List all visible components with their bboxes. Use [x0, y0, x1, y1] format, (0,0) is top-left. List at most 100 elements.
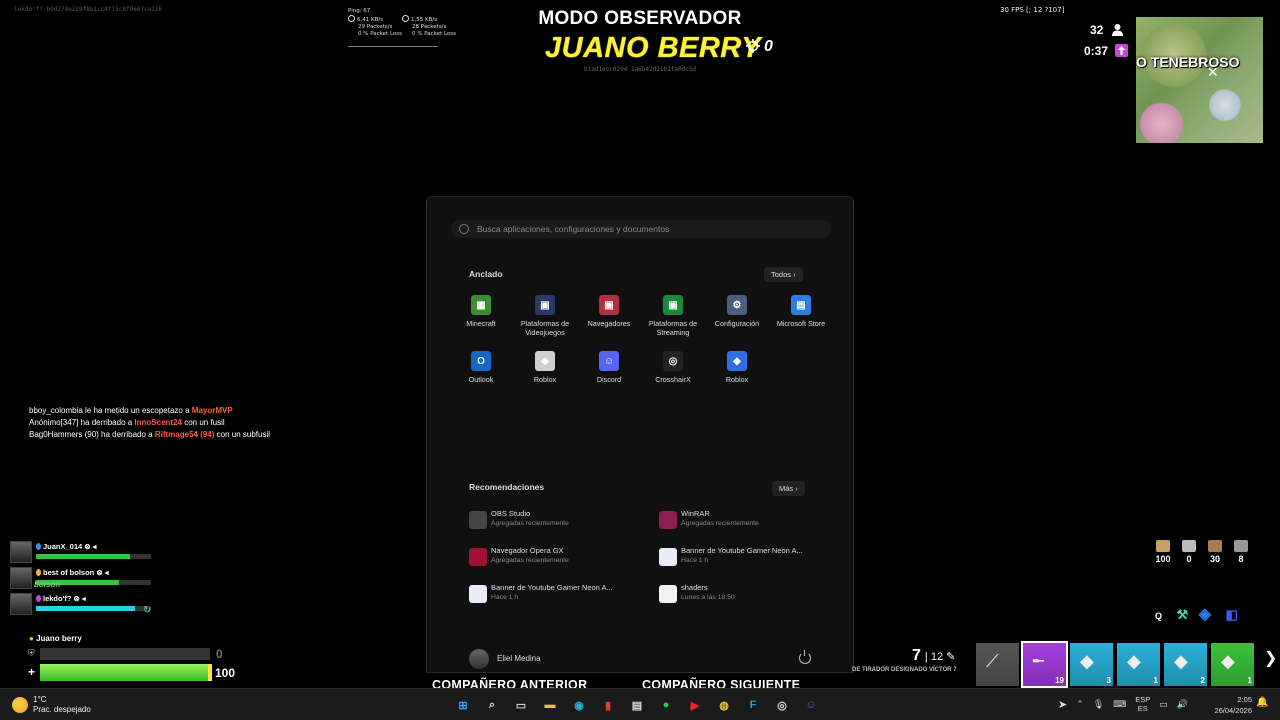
chrome-icon[interactable]: ◍: [713, 694, 735, 716]
recommendation-item[interactable]: OBS Studio Agregadas recientemente: [467, 509, 657, 546]
keyboard-icon[interactable]: ⌨: [1113, 699, 1126, 710]
more-button[interactable]: Más ›: [772, 481, 805, 496]
pinned-app[interactable]: ⚙ Configuración: [705, 295, 769, 351]
pinned-app[interactable]: ▣ Plataformas de Streaming: [641, 295, 705, 351]
pinned-app[interactable]: ◆ Roblox: [513, 351, 577, 407]
inventory-slot[interactable]: ╾ 19: [1021, 641, 1068, 688]
edge-icon[interactable]: ◉: [568, 694, 590, 716]
search-icon[interactable]: ⌕: [481, 694, 503, 716]
crosshair-icon[interactable]: ◎: [771, 694, 793, 716]
health-bar-cap: [208, 664, 212, 681]
pinned-apps: ▦ Minecraft ▣ Plataformas de Videojuegos ▣ Na…: [449, 295, 839, 407]
slot-count: 1: [1153, 676, 1158, 685]
ammo-mag: 7: [912, 647, 921, 664]
recommendation-item[interactable]: Banner de Youtube Gamer Neon A... Hace 1 …: [467, 583, 657, 620]
recommendation-item[interactable]: WinRAR Agregadas recientemente: [657, 509, 827, 546]
pinned-app[interactable]: O Outlook: [449, 351, 513, 407]
kill-feed-entry: Bag0Hammers (90) ha derribado a Riftmage…: [29, 429, 270, 441]
squad-member-name: best of bolson: [43, 568, 95, 577]
notification-bell-icon[interactable]: 🔔: [1256, 697, 1268, 708]
pinned-app[interactable]: ◆ Roblox: [705, 351, 769, 407]
inventory-slot[interactable]: ◆ 1: [1211, 643, 1254, 686]
pinned-app[interactable]: ▦ Minecraft: [449, 295, 513, 351]
pinned-app[interactable]: ☺ Discord: [577, 351, 641, 407]
chevron-up-icon[interactable]: ⌃: [1076, 699, 1084, 710]
file-explorer-icon[interactable]: ▬: [539, 694, 561, 716]
discord-icon[interactable]: ☺: [800, 694, 822, 716]
metal-icon: [1234, 540, 1248, 552]
pinned-app-label: Plataformas de Streaming: [648, 319, 698, 337]
network-icon[interactable]: ▭: [1159, 699, 1168, 710]
player-name-label: Juano berry: [36, 634, 82, 643]
kill-feed-entry: Anónimo[347] ha derribado a InnoScent24 …: [29, 417, 270, 429]
spotify-icon[interactable]: ●: [655, 694, 677, 716]
squad-member-name-row: lekdo'f? ⊗ ◂: [36, 594, 86, 603]
task-view-icon[interactable]: ▭: [510, 694, 532, 716]
folder-icon: ▣: [663, 295, 683, 315]
material-counter: 100: [1150, 540, 1176, 564]
item-icon: ◆: [1221, 651, 1235, 671]
recommendation-item[interactable]: Navegador Opera GX Agregadas recientement…: [467, 546, 657, 583]
player-dot-icon: ●: [29, 634, 34, 643]
kill-feed-weapon: con un fusil: [181, 418, 225, 427]
folder-icon: ▣: [599, 295, 619, 315]
squad-member-name: lekdo'f?: [43, 594, 72, 603]
minimap-location-label: O TENEBROSO: [1136, 54, 1240, 70]
user-account-button[interactable]: Eliel Medina: [469, 649, 541, 669]
obs-icon: [469, 511, 487, 529]
chevron-right-icon[interactable]: ❯: [1264, 648, 1277, 668]
pinned-app-label: CrosshairX: [655, 375, 691, 384]
windows-start-icon[interactable]: ⊞: [452, 694, 474, 716]
inventory-slot[interactable]: ◆ 3: [1070, 643, 1113, 686]
pinned-app-label: Plataformas de Videojuegos: [520, 319, 570, 337]
players-count: 32: [1090, 23, 1104, 37]
pinned-app[interactable]: ▣ Plataformas de Videojuegos: [513, 295, 577, 351]
recommendation-subtitle: Hace 1 h: [491, 594, 519, 601]
clock-date: 26/04/2026: [1214, 706, 1252, 715]
power-icon[interactable]: [799, 650, 811, 664]
build-tools-icon: ⚒: [1176, 607, 1189, 622]
material-value: 30: [1209, 554, 1220, 564]
recommendation-subtitle: Lunes a las 18:50: [681, 594, 735, 601]
discord-icon: ☺: [599, 351, 619, 371]
squad-health-fill: [36, 554, 131, 559]
all-apps-button[interactable]: Todos ›: [764, 267, 803, 282]
storm-icon: [1115, 44, 1129, 57]
clock-time: 2:05: [1237, 695, 1252, 704]
youtube-icon[interactable]: ▶: [684, 694, 706, 716]
minimap[interactable]: [1136, 17, 1263, 143]
pinned-app[interactable]: ◎ CrosshairX: [641, 351, 705, 407]
shield-bar-bg: [40, 648, 210, 660]
office-icon[interactable]: ▮: [597, 694, 619, 716]
pinned-app[interactable]: ▣ Navegadores: [577, 295, 641, 351]
volume-icon[interactable]: 🔊: [1177, 699, 1188, 710]
microphone-icon[interactable]: 🎙: [1093, 699, 1104, 710]
weather-widget[interactable]: 1°C Prac. despejado: [12, 695, 91, 715]
store-icon[interactable]: ▤: [626, 694, 648, 716]
material-value: 0: [1186, 554, 1192, 564]
taskbar-apps: ⊞ ⌕ ▭ ▬ ◉ ▮ ▤ ● ▶ ◍ F ◎ ☺: [452, 694, 822, 716]
pinned-app[interactable]: ▤ Microsoft Store: [769, 295, 833, 351]
crosshair-icon: ◎: [663, 351, 683, 371]
fortnite-icon[interactable]: F: [742, 694, 764, 716]
recommendation-item[interactable]: shaders Lunes a las 18:50: [657, 583, 827, 620]
kill-feed-text: Anónimo[347] ha derribado a: [29, 418, 135, 427]
language-indicator[interactable]: ESP ES: [1135, 695, 1150, 713]
inventory-slot[interactable]: ◆ 2: [1164, 643, 1207, 686]
pinned-app-label: Navegadores: [587, 319, 631, 328]
chevron-right-icon: ›: [793, 270, 796, 279]
material-counter: 30: [1202, 540, 1228, 564]
start-search-bar[interactable]: [451, 220, 831, 238]
player-status: ● Juano berry: [29, 634, 82, 643]
slot-count: 1: [1247, 676, 1252, 685]
recommendation-item[interactable]: Banner de Youtube Gamer Neon A... Hace 1 …: [657, 546, 827, 583]
fps-counter: 30 FPS [; 12 ?107]: [1000, 6, 1065, 14]
roblox-studio-icon: ◆: [727, 351, 747, 371]
item-icon: ◆: [1127, 651, 1141, 671]
clock[interactable]: 2:05 26/04/2026: [1208, 694, 1252, 716]
player-marker-icon: ✕: [1207, 64, 1219, 80]
inventory-slot[interactable]: ⟋: [976, 643, 1019, 686]
inventory-slot[interactable]: ◆ 1: [1117, 643, 1160, 686]
start-search-input[interactable]: [477, 221, 817, 237]
item-icon: ◆: [1080, 651, 1094, 671]
